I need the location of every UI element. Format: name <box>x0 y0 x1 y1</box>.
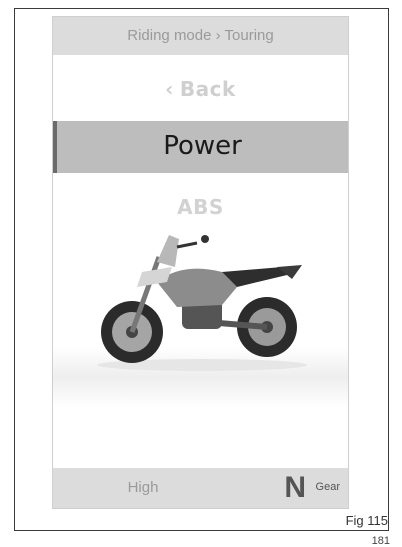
dashboard-screen: Riding mode › Touring ‹ Back Power ABS H… <box>52 16 349 509</box>
gear-label: Gear <box>315 481 340 493</box>
motorcycle-image <box>97 235 307 371</box>
breadcrumb: Riding mode › Touring <box>53 17 348 55</box>
power-value: High <box>127 479 159 496</box>
status-bar: High N Gear <box>53 468 348 508</box>
menu-item-abs[interactable]: ABS <box>53 195 348 219</box>
gear-indicator: N <box>284 471 306 504</box>
back-button[interactable]: ‹ Back <box>53 77 348 101</box>
page-number: 181 <box>371 535 390 547</box>
chevron-left-icon: ‹ <box>165 77 174 101</box>
figure-caption: Fig 115 <box>345 513 388 528</box>
back-label: Back <box>179 77 236 101</box>
menu-item-power-selected[interactable]: Power <box>53 121 348 173</box>
